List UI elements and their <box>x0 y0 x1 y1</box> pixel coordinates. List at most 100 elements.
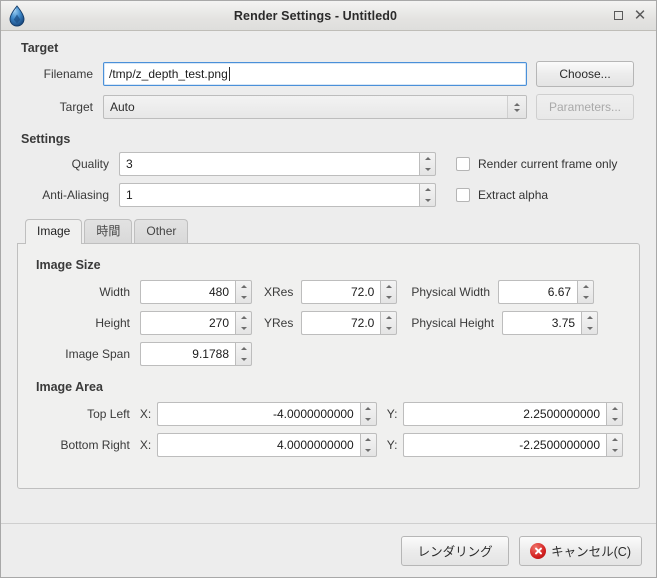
tab-other[interactable]: Other <box>134 219 189 243</box>
top-left-row: Top Left X: -4.0000000000 Y: 2.250000000… <box>34 402 623 426</box>
top-left-x-spinner[interactable]: -4.0000000000 <box>157 402 377 426</box>
height-value[interactable]: 270 <box>140 311 235 335</box>
spin-down-icon[interactable] <box>236 323 251 334</box>
bottom-right-y-value[interactable]: -2.2500000000 <box>403 433 606 457</box>
bottom-right-y-spinner[interactable]: -2.2500000000 <box>403 433 623 457</box>
triangle-up <box>365 407 372 410</box>
xres-spin-buttons[interactable] <box>380 280 398 304</box>
extract-alpha-checkbox[interactable] <box>456 188 470 202</box>
spin-down-icon[interactable] <box>236 292 251 303</box>
spin-down-icon[interactable] <box>381 292 396 303</box>
spin-down-icon[interactable] <box>582 323 597 334</box>
height-row: Height 270 YRes 72.0 Physical Height 3.7… <box>34 311 623 335</box>
spin-up-icon[interactable] <box>236 312 251 323</box>
filename-input[interactable]: /tmp/z_depth_test.png <box>103 62 527 86</box>
maximize-button[interactable] <box>608 5 628 25</box>
image-size-heading: Image Size <box>36 258 101 272</box>
spin-down-icon[interactable] <box>236 354 251 365</box>
choose-button[interactable]: Choose... <box>536 61 634 87</box>
spin-down-icon[interactable] <box>578 292 593 303</box>
antialiasing-value[interactable]: 1 <box>119 183 419 207</box>
cancel-button-label: キャンセル(C) <box>551 545 631 559</box>
extract-alpha-checkbox-row[interactable]: Extract alpha <box>456 188 548 202</box>
title-bar: Render Settings - Untitled0 ✕ <box>1 1 656 31</box>
spin-down-icon[interactable] <box>361 445 376 456</box>
spin-up-icon[interactable] <box>578 281 593 292</box>
spin-up-icon[interactable] <box>420 184 435 195</box>
render-button[interactable]: レンダリング <box>401 535 510 566</box>
physical-width-label: Physical Width <box>411 285 491 299</box>
tab-image[interactable]: Image <box>25 219 83 244</box>
triangle-up <box>385 285 392 288</box>
spin-up-icon[interactable] <box>420 153 435 164</box>
target-combobox[interactable]: Auto <box>103 95 527 119</box>
triangle-down <box>385 296 392 299</box>
close-icon[interactable]: ✕ <box>630 5 650 25</box>
physical-height-spin-buttons[interactable] <box>581 311 599 335</box>
physical-width-spinner[interactable]: 6.67 <box>498 280 595 304</box>
spin-up-icon[interactable] <box>236 281 251 292</box>
quality-value[interactable]: 3 <box>119 152 419 176</box>
triangle-down <box>365 449 372 452</box>
physical-width-spin-buttons[interactable] <box>577 280 595 304</box>
antialiasing-spin-buttons[interactable] <box>419 183 436 207</box>
top-left-y-label: Y: <box>386 407 398 421</box>
triangle-up <box>240 285 247 288</box>
top-left-y-value[interactable]: 2.2500000000 <box>403 402 606 426</box>
spin-up-icon[interactable] <box>381 312 396 323</box>
top-left-y-spinner[interactable]: 2.2500000000 <box>403 402 623 426</box>
xres-value[interactable]: 72.0 <box>301 280 381 304</box>
spin-down-icon[interactable] <box>361 414 376 425</box>
dialog-content: Target Filename /tmp/z_depth_test.png Ch… <box>1 31 656 523</box>
physical-width-value[interactable]: 6.67 <box>498 280 578 304</box>
xres-spinner[interactable]: 72.0 <box>301 280 398 304</box>
physical-height-spinner[interactable]: 3.75 <box>502 311 599 335</box>
yres-spinner[interactable]: 72.0 <box>301 311 398 335</box>
image-span-value[interactable]: 9.1788 <box>140 342 235 366</box>
spin-down-icon[interactable] <box>607 445 622 456</box>
quality-spinner[interactable]: 3 <box>119 152 436 176</box>
target-selected-value: Auto <box>110 100 135 114</box>
top-left-label: Top Left <box>87 407 130 421</box>
height-spin-buttons[interactable] <box>235 311 252 335</box>
spin-up-icon[interactable] <box>607 434 622 445</box>
antialiasing-spinner[interactable]: 1 <box>119 183 436 207</box>
spin-up-icon[interactable] <box>361 403 376 414</box>
image-span-spin-buttons[interactable] <box>235 342 252 366</box>
bottom-right-x-spinner[interactable]: 4.0000000000 <box>157 433 377 457</box>
height-spinner[interactable]: 270 <box>140 311 252 335</box>
render-current-frame-checkbox[interactable] <box>456 157 470 171</box>
image-span-spinner[interactable]: 9.1788 <box>140 342 252 366</box>
bottom-right-y-spin-buttons[interactable] <box>606 433 623 457</box>
physical-height-value[interactable]: 3.75 <box>502 311 582 335</box>
top-left-y-spin-buttons[interactable] <box>606 402 623 426</box>
yres-label: YRes <box>264 316 294 330</box>
yres-value[interactable]: 72.0 <box>301 311 381 335</box>
target-row: Target Auto Parameters... <box>17 94 640 120</box>
top-left-x-spin-buttons[interactable] <box>359 402 377 426</box>
render-current-frame-checkbox-row[interactable]: Render current frame only <box>456 157 617 171</box>
spin-up-icon[interactable] <box>381 281 396 292</box>
spin-up-icon[interactable] <box>236 343 251 354</box>
tab-time[interactable]: 時間 <box>84 219 133 243</box>
bottom-right-x-value[interactable]: 4.0000000000 <box>157 433 360 457</box>
spin-up-icon[interactable] <box>607 403 622 414</box>
triangle-down <box>365 418 372 421</box>
yres-spin-buttons[interactable] <box>380 311 398 335</box>
spin-up-icon[interactable] <box>582 312 597 323</box>
spin-down-icon[interactable] <box>607 414 622 425</box>
width-value[interactable]: 480 <box>140 280 235 304</box>
cancel-button[interactable]: キャンセル(C) <box>519 535 642 566</box>
width-spin-buttons[interactable] <box>235 280 252 304</box>
spin-down-icon[interactable] <box>381 323 396 334</box>
bottom-right-x-label: X: <box>139 438 152 452</box>
triangle-down <box>424 199 431 202</box>
top-left-x-value[interactable]: -4.0000000000 <box>157 402 360 426</box>
bottom-right-x-spin-buttons[interactable] <box>359 433 377 457</box>
spin-up-icon[interactable] <box>361 434 376 445</box>
spin-down-icon[interactable] <box>420 195 435 206</box>
width-spinner[interactable]: 480 <box>140 280 252 304</box>
bottom-right-row: Bottom Right X: 4.0000000000 Y: -2.25000… <box>34 433 623 457</box>
spin-down-icon[interactable] <box>420 164 435 175</box>
quality-spin-buttons[interactable] <box>419 152 436 176</box>
